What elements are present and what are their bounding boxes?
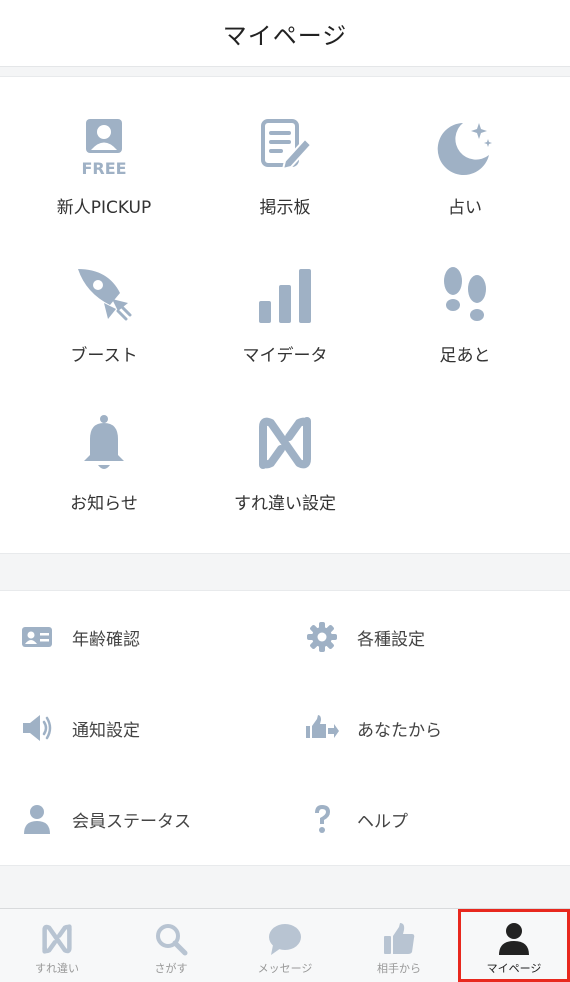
menu-label: すれ違い設定 bbox=[234, 494, 336, 514]
notepad-pencil-icon bbox=[253, 115, 317, 179]
tab-surechigai[interactable]: すれ違い bbox=[0, 909, 114, 982]
tab-label: すれ違い bbox=[35, 962, 79, 975]
tab-my-page[interactable]: マイページ bbox=[458, 909, 570, 982]
menu-label: お知らせ bbox=[70, 494, 138, 514]
menu-item-surechigai-settings[interactable]: すれ違い設定 bbox=[190, 373, 380, 514]
menu-label: マイデータ bbox=[242, 346, 328, 366]
list-item-member-status[interactable]: 会員ステータス bbox=[0, 773, 285, 865]
list-label: 年齢確認 bbox=[72, 629, 140, 650]
menu-item-newcomer-pickup[interactable]: FREE 新人PICKUP bbox=[9, 77, 199, 218]
tab-search[interactable]: さがす bbox=[114, 909, 228, 982]
menu-item-my-data[interactable]: マイデータ bbox=[190, 225, 380, 366]
moon-stars-icon bbox=[433, 115, 497, 179]
list-item-from-you[interactable]: あなたから bbox=[285, 682, 570, 774]
list-item-notification-settings[interactable]: 通知設定 bbox=[0, 682, 285, 774]
rocket-icon bbox=[72, 263, 136, 327]
menu-label: 新人PICKUP bbox=[56, 198, 152, 218]
tab-label: 相手から bbox=[377, 962, 421, 975]
menu-label: 足あと bbox=[439, 346, 491, 366]
tab-label: マイページ bbox=[486, 962, 542, 975]
surechigai-logo-icon bbox=[253, 411, 317, 475]
menu-item-boost[interactable]: ブースト bbox=[9, 225, 199, 366]
list-item-settings[interactable]: 各種設定 bbox=[285, 591, 570, 683]
settings-list: 年齢確認 各種設定 通知設定 あなたから 会員ステータス ヘルプ bbox=[0, 590, 570, 866]
gear-icon bbox=[305, 620, 339, 654]
question-icon bbox=[305, 802, 339, 836]
id-card-icon bbox=[20, 620, 54, 654]
menu-grid: FREE 新人PICKUP 掲示板 占い ブースト マイデータ 足あと お知らせ… bbox=[0, 76, 570, 554]
list-label: ヘルプ bbox=[357, 811, 408, 832]
thumbs-up-icon bbox=[380, 920, 418, 958]
menu-item-fortune[interactable]: 占い bbox=[370, 77, 560, 218]
bottom-tab-bar: すれ違い さがす メッセージ 相手から マイページ bbox=[0, 908, 570, 982]
menu-label: 占い bbox=[448, 198, 482, 218]
list-label: 各種設定 bbox=[357, 629, 425, 650]
menu-item-notices[interactable]: お知らせ bbox=[9, 373, 199, 514]
header-bar: マイページ bbox=[0, 0, 570, 67]
bell-icon bbox=[72, 411, 136, 475]
thumbs-up-arrow-icon bbox=[305, 711, 339, 745]
list-label: あなたから bbox=[357, 720, 442, 741]
menu-item-footprints[interactable]: 足あと bbox=[370, 225, 560, 366]
bar-chart-icon bbox=[253, 263, 317, 327]
list-item-age-verification[interactable]: 年齢確認 bbox=[0, 591, 285, 683]
menu-label: 掲示板 bbox=[259, 198, 311, 218]
tab-label: メッセージ bbox=[257, 962, 313, 975]
free-badge-text: FREE bbox=[81, 159, 126, 178]
search-icon bbox=[152, 920, 190, 958]
list-label: 会員ステータス bbox=[72, 811, 191, 832]
menu-label: ブースト bbox=[70, 346, 138, 366]
surechigai-logo-icon bbox=[38, 920, 76, 958]
tab-messages[interactable]: メッセージ bbox=[228, 909, 342, 982]
tab-label: さがす bbox=[154, 962, 188, 975]
list-label: 通知設定 bbox=[72, 720, 140, 741]
page-title: マイページ bbox=[222, 21, 348, 50]
footprints-icon bbox=[433, 263, 497, 327]
chat-bubble-icon bbox=[266, 920, 304, 958]
menu-item-bulletin-board[interactable]: 掲示板 bbox=[190, 77, 380, 218]
person-icon bbox=[495, 920, 533, 958]
free-user-icon: FREE bbox=[72, 115, 136, 179]
list-item-help[interactable]: ヘルプ bbox=[285, 773, 570, 865]
person-icon bbox=[20, 802, 54, 836]
tab-from-partner[interactable]: 相手から bbox=[342, 909, 456, 982]
speaker-icon bbox=[20, 711, 54, 745]
